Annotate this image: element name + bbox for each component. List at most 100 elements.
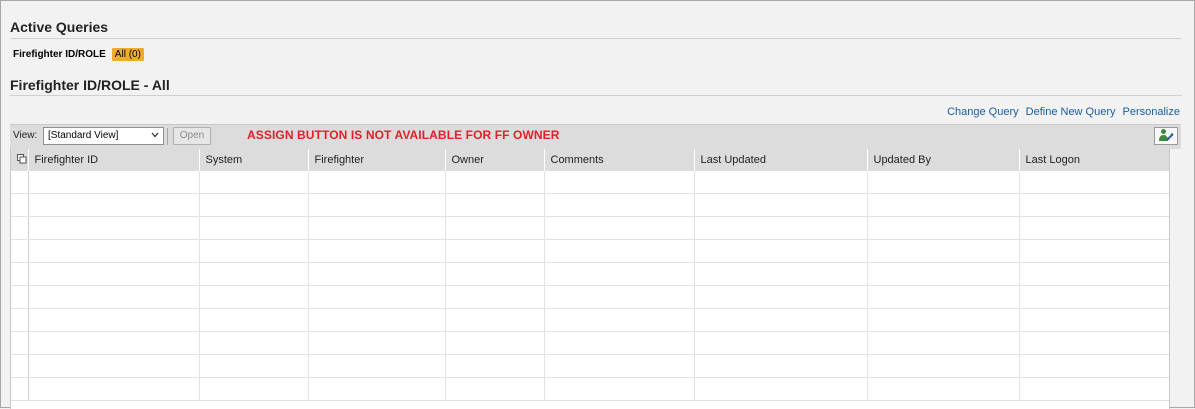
toolbar-separator: [167, 128, 168, 145]
table-cell: [308, 377, 446, 401]
table-cell: [1019, 331, 1169, 355]
table-row[interactable]: [11, 262, 1169, 286]
table-cell: [445, 331, 545, 355]
row-selector[interactable]: [11, 354, 29, 378]
table-cell: [544, 285, 695, 309]
table-cell: [544, 308, 695, 332]
table-cell: [544, 377, 695, 401]
table-cell: [1019, 216, 1169, 240]
table-cell: [308, 331, 446, 355]
table-cell: [867, 239, 1020, 263]
table-cell: [867, 193, 1020, 217]
table-cell: [308, 285, 446, 309]
chevron-down-icon: [151, 128, 159, 148]
row-selector[interactable]: [11, 285, 29, 309]
table-cell: [445, 171, 545, 194]
row-selector[interactable]: [11, 171, 29, 194]
table-cell: [1019, 193, 1169, 217]
user-settings-icon: [1158, 128, 1174, 145]
table-cell: [28, 171, 200, 194]
row-selector[interactable]: [11, 216, 29, 240]
table-row[interactable]: [11, 354, 1169, 378]
table-cell: [1019, 171, 1169, 194]
table-row[interactable]: [11, 239, 1169, 263]
table-cell: [308, 216, 446, 240]
row-selector[interactable]: [11, 377, 29, 401]
column-header-last-logon[interactable]: Last Logon: [1019, 149, 1169, 171]
row-selector[interactable]: [11, 331, 29, 355]
query-all-badge[interactable]: All (0): [111, 48, 144, 61]
query-links: Change Query Define New Query Personaliz…: [947, 106, 1180, 118]
column-header-firefighter-id[interactable]: Firefighter ID: [28, 149, 200, 171]
table-cell: [1019, 262, 1169, 286]
row-selector[interactable]: [11, 262, 29, 286]
table-cell: [694, 171, 868, 194]
table-cell: [694, 331, 868, 355]
table-cell: [199, 171, 309, 194]
table-cell: [445, 193, 545, 217]
table-cell: [28, 331, 200, 355]
firefighter-table: Firefighter ID System Firefighter Owner Comm…: [10, 149, 1170, 409]
table-cell: [694, 308, 868, 332]
table-cell: [445, 239, 545, 263]
column-header-updated-by[interactable]: Updated By: [867, 149, 1020, 171]
select-all-icon: [17, 153, 27, 167]
table-cell: [308, 354, 446, 378]
query-label: Firefighter ID/ROLE: [13, 49, 106, 60]
table-cell: [867, 216, 1020, 240]
table-cell: [544, 193, 695, 217]
table-toolbar: View: [Standard View] Open ASSIGN BUTTON…: [10, 124, 1181, 149]
assign-warning-annotation: ASSIGN BUTTON IS NOT AVAILABLE FOR FF OW…: [247, 128, 560, 142]
table-cell: [694, 285, 868, 309]
view-label: View:: [13, 130, 38, 141]
table-cell: [28, 262, 200, 286]
table-cell: [445, 262, 545, 286]
define-new-query-link[interactable]: Define New Query: [1026, 106, 1116, 118]
table-header-row: Firefighter ID System Firefighter Owner Comm…: [11, 149, 1169, 171]
table-cell: [28, 377, 200, 401]
table-cell: [308, 193, 446, 217]
table-row[interactable]: [11, 308, 1169, 332]
table-cell: [308, 262, 446, 286]
table-row[interactable]: [11, 171, 1169, 194]
table-cell: [308, 239, 446, 263]
column-header-comments[interactable]: Comments: [544, 149, 695, 171]
active-queries-title: Active Queries: [10, 19, 109, 35]
table-cell: [199, 308, 309, 332]
select-all-cell[interactable]: [11, 149, 29, 171]
table-cell: [28, 193, 200, 217]
row-selector[interactable]: [11, 239, 29, 263]
column-header-last-updated[interactable]: Last Updated: [694, 149, 868, 171]
table-cell: [199, 331, 309, 355]
table-cell: [1019, 377, 1169, 401]
table-cell: [694, 354, 868, 378]
personalize-link[interactable]: Personalize: [1123, 106, 1180, 118]
table-cell: [199, 285, 309, 309]
column-header-owner[interactable]: Owner: [445, 149, 545, 171]
table-row[interactable]: [11, 216, 1169, 240]
table-cell: [544, 216, 695, 240]
table-cell: [28, 354, 200, 378]
view-select[interactable]: [Standard View]: [43, 127, 164, 145]
table-cell: [694, 239, 868, 263]
table-cell: [867, 262, 1020, 286]
table-cell: [308, 308, 446, 332]
table-row[interactable]: [11, 331, 1169, 355]
column-header-system[interactable]: System: [199, 149, 309, 171]
change-query-link[interactable]: Change Query: [947, 106, 1019, 118]
row-selector[interactable]: [11, 193, 29, 217]
open-button[interactable]: Open: [173, 127, 211, 145]
personalize-table-button[interactable]: [1154, 127, 1178, 145]
row-selector[interactable]: [11, 308, 29, 332]
column-header-firefighter[interactable]: Firefighter: [308, 149, 446, 171]
table-row[interactable]: [11, 285, 1169, 309]
table-cell: [867, 285, 1020, 309]
table-row[interactable]: [11, 377, 1169, 401]
table-cell: [28, 285, 200, 309]
table-row[interactable]: [11, 193, 1169, 217]
table-cell: [694, 193, 868, 217]
table-cell: [28, 216, 200, 240]
table-cell: [544, 171, 695, 194]
table-cell: [308, 171, 446, 194]
table-cell: [445, 354, 545, 378]
